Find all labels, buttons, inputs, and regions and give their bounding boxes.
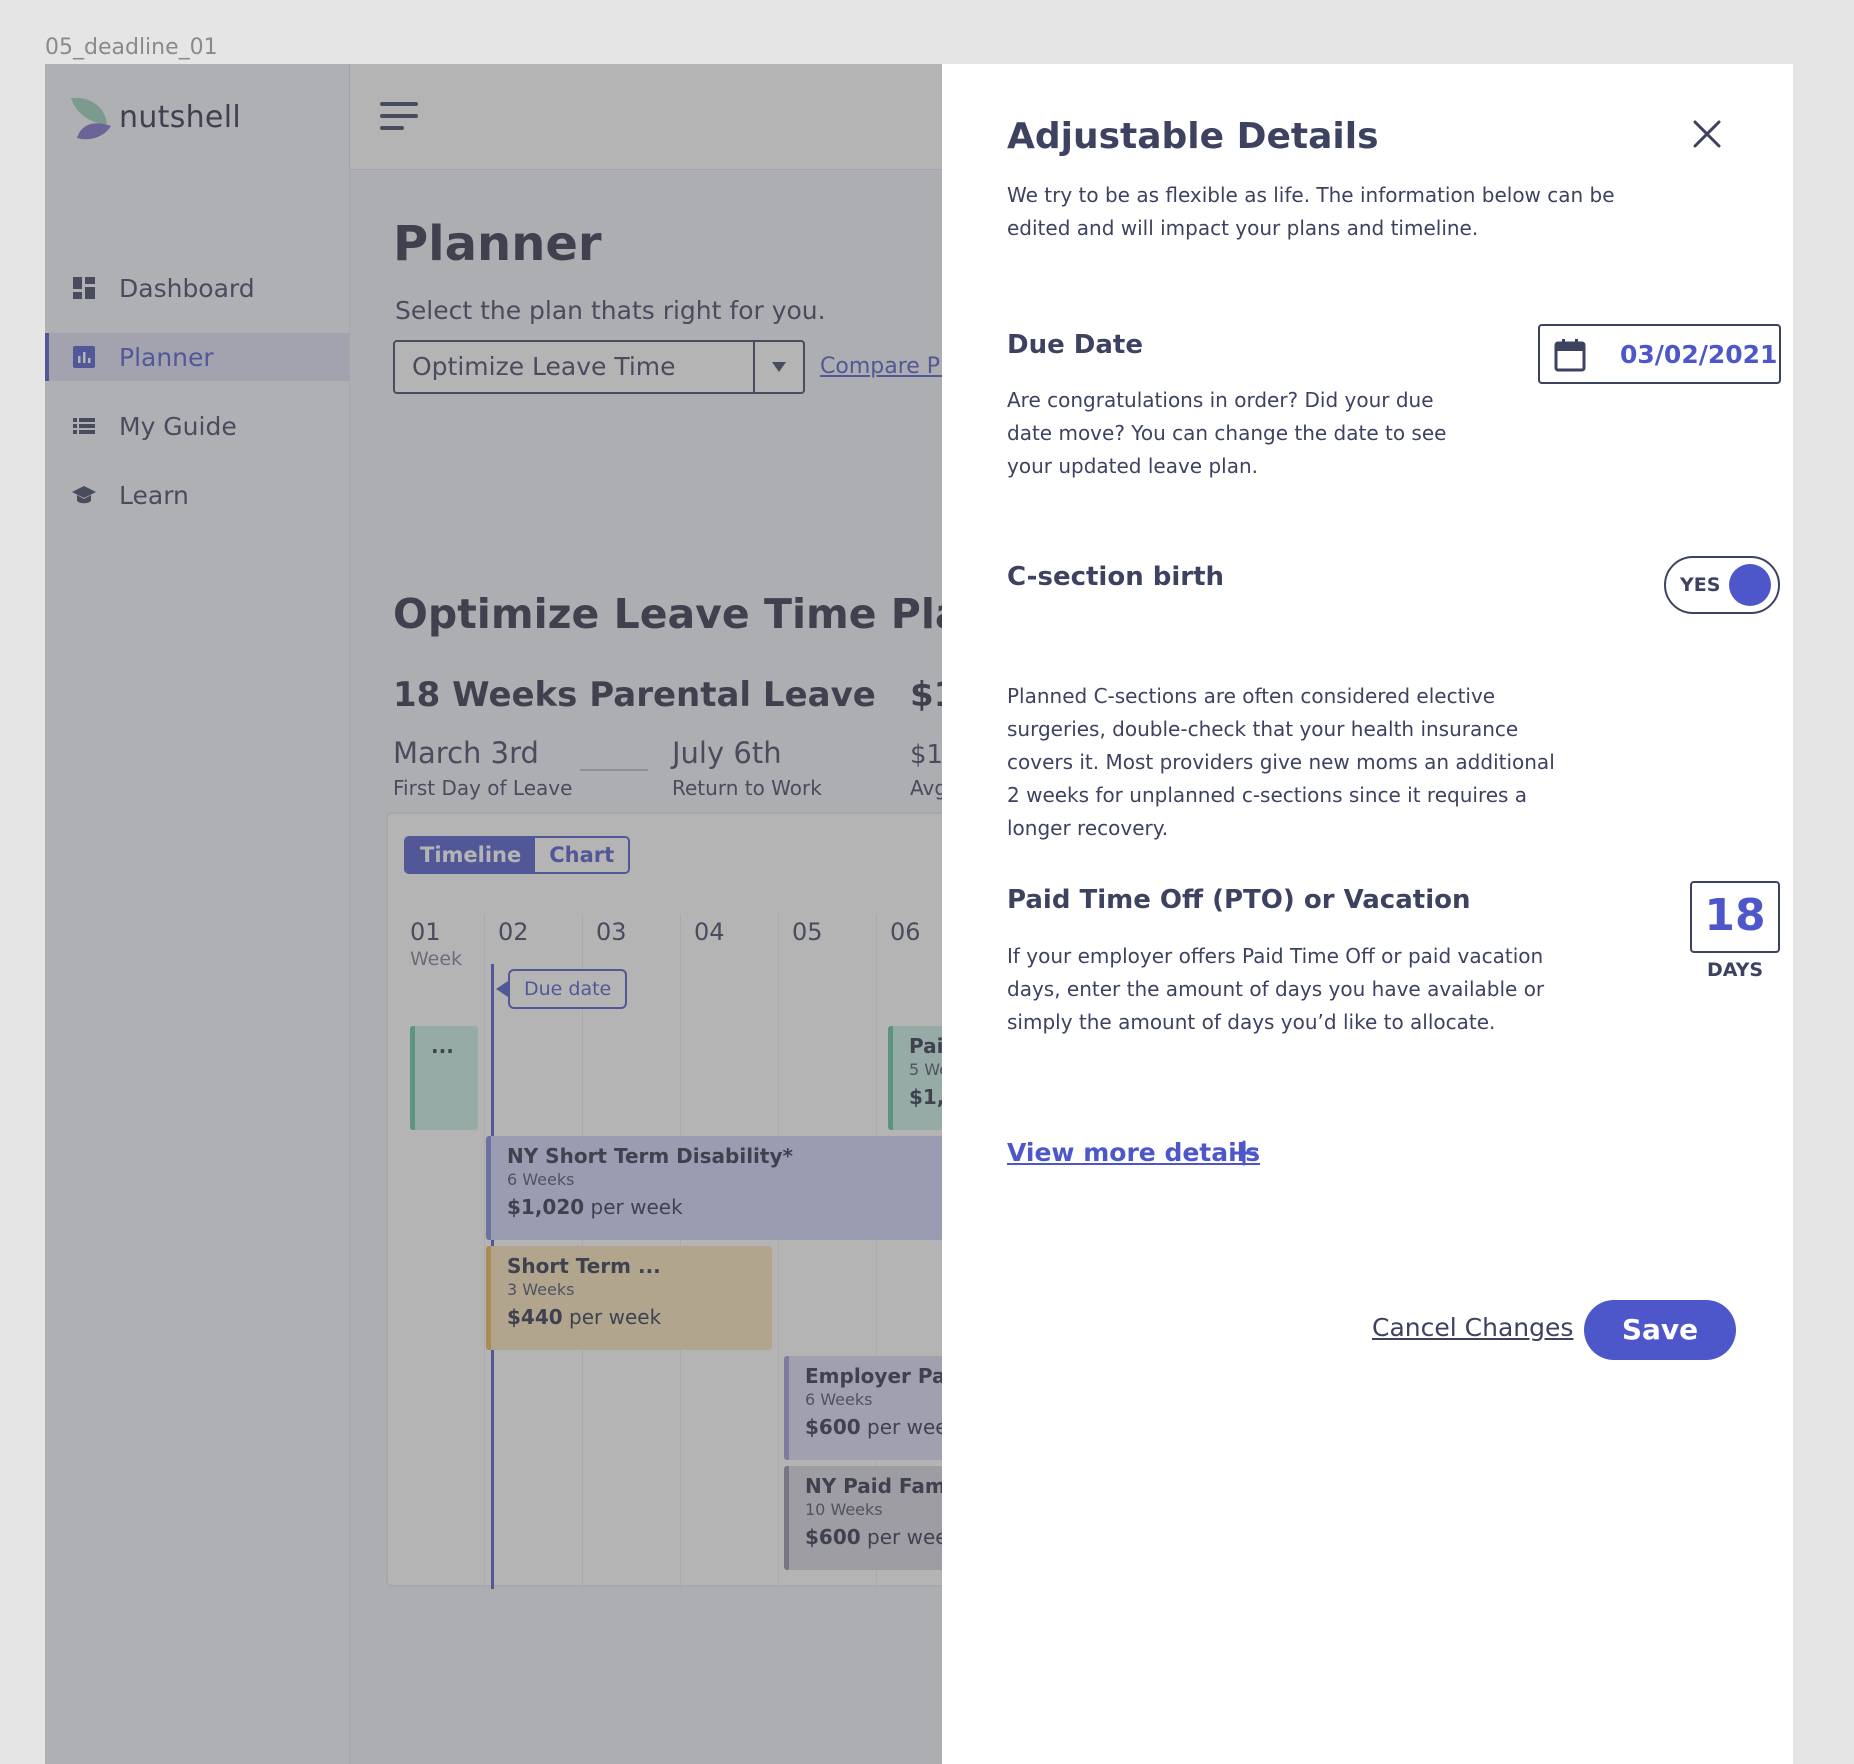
csection-description: Planned C-sections are often considered … (1007, 684, 1555, 840)
due-date-title: Due Date (1007, 330, 1143, 360)
pto-description: If your employer offers Paid Time Off or… (1007, 944, 1545, 1034)
csection-title: C-section birth (1007, 562, 1225, 592)
cancel-changes-button[interactable]: Cancel Changes (1372, 1313, 1573, 1342)
pto-days-input[interactable]: 18 (1690, 881, 1780, 953)
view-more-details-link[interactable]: View more details (1007, 1138, 1260, 1167)
adjustable-details-panel: Adjustable Details We try to be as flexi… (942, 64, 1793, 1764)
csection-toggle[interactable]: YES (1664, 556, 1780, 614)
app-window: nutshell Dashboard Planner My Guide Lear… (45, 64, 1793, 1764)
panel-title: Adjustable Details (1007, 116, 1379, 157)
plus-icon[interactable] (1230, 1139, 1258, 1167)
panel-intro: We try to be as flexible as life. The in… (1007, 183, 1615, 240)
frame-label: 05_deadline_01 (45, 35, 218, 60)
modal-backdrop[interactable] (45, 64, 942, 1764)
pto-title: Paid Time Off (PTO) or Vacation (1007, 885, 1471, 915)
pto-days-unit: DAYS (1706, 959, 1764, 981)
due-date-field[interactable]: 03/02/2021 (1538, 324, 1781, 384)
due-date-description: Are congratulations in order? Did your d… (1007, 388, 1447, 478)
toggle-label: YES (1680, 574, 1721, 596)
save-button[interactable]: Save (1584, 1300, 1736, 1360)
toggle-knob (1729, 564, 1771, 606)
calendar-icon (1554, 338, 1586, 376)
due-date-value: 03/02/2021 (1620, 340, 1778, 369)
close-icon[interactable] (1687, 114, 1727, 154)
